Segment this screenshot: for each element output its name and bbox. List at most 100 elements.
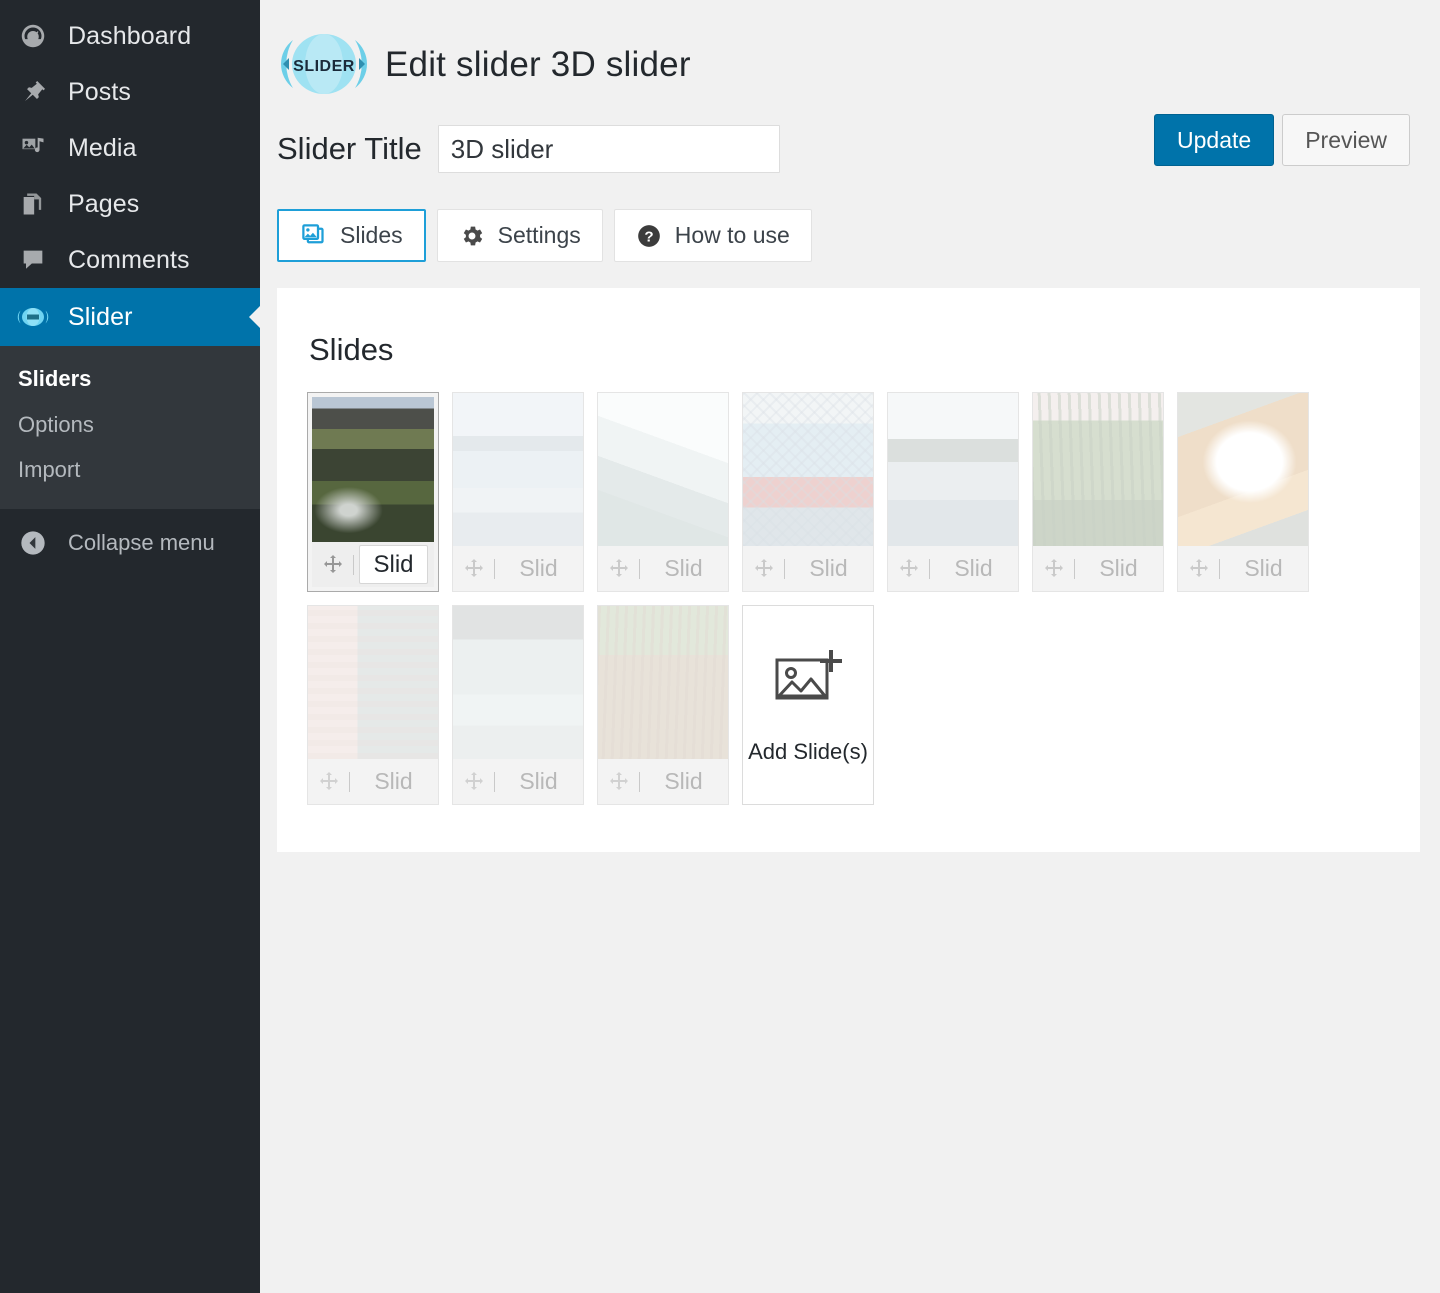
slide-name-input[interactable]: Slid — [500, 555, 577, 582]
wordpress-admin-screen: Dashboard Posts Media Pages Comments Sli… — [0, 0, 1440, 1293]
slide-thumbnail — [308, 606, 438, 759]
slide-card[interactable]: Slid — [452, 392, 584, 592]
sidebar-item-comments[interactable]: Comments — [0, 232, 260, 288]
move-cross-icon[interactable] — [894, 556, 924, 582]
tab-label: Slides — [340, 222, 403, 248]
slide-thumbnail — [598, 606, 728, 759]
slide-card[interactable]: Slid — [1177, 392, 1309, 592]
add-slide-button[interactable]: Add Slide(s) — [742, 605, 874, 805]
slide-card[interactable]: Slid — [452, 605, 584, 805]
submenu-item-options[interactable]: Options — [0, 402, 260, 448]
pages-icon — [16, 187, 50, 221]
sidebar-item-dashboard[interactable]: Dashboard — [0, 8, 260, 64]
sidebar-item-label: Comments — [68, 245, 190, 274]
slide-card[interactable]: Slid — [887, 392, 1019, 592]
sidebar-item-pages[interactable]: Pages — [0, 176, 260, 232]
tab-slides[interactable]: Slides — [277, 209, 426, 262]
gear-icon — [459, 223, 485, 249]
main-content: SLIDER Edit slider 3D slider Slider Titl… — [260, 0, 1440, 1293]
collapse-menu-label: Collapse menu — [68, 530, 215, 556]
slide-thumbnail — [598, 393, 728, 546]
slide-card[interactable]: Slid — [307, 392, 439, 592]
slide-footer: Slid — [888, 546, 1018, 591]
move-cross-icon[interactable] — [459, 769, 489, 795]
media-icon — [16, 131, 50, 165]
sidebar-item-posts[interactable]: Posts — [0, 64, 260, 120]
slide-footer: Slid — [1178, 546, 1308, 591]
slider-title-label: Slider Title — [277, 131, 422, 166]
slider-submenu: Sliders Options Import — [0, 346, 260, 510]
slide-thumbnail — [453, 606, 583, 759]
move-cross-icon[interactable] — [1039, 556, 1069, 582]
slide-thumbnail — [888, 393, 1018, 546]
collapse-arrow-icon — [16, 529, 50, 557]
slide-name-input[interactable]: Slid — [645, 768, 722, 795]
move-cross-icon[interactable] — [604, 769, 634, 795]
slide-thumbnail — [312, 397, 434, 542]
divider — [349, 771, 350, 792]
update-button[interactable]: Update — [1154, 114, 1275, 166]
sidebar-item-media[interactable]: Media — [0, 120, 260, 176]
submenu-item-sliders[interactable]: Sliders — [0, 356, 260, 402]
slide-footer: Slid — [1033, 546, 1163, 591]
tab-how-to-use[interactable]: ? How to use — [613, 209, 812, 262]
slide-card[interactable]: Slid — [597, 605, 729, 805]
sidebar-item-label: Media — [68, 133, 137, 162]
admin-sidebar: Dashboard Posts Media Pages Comments Sli… — [0, 0, 260, 1293]
slide-footer: Slid — [453, 546, 583, 591]
slider-title-row: Slider Title Update Preview — [277, 114, 1420, 174]
slide-name-input[interactable]: Slid — [1225, 555, 1302, 582]
tab-label: How to use — [674, 222, 790, 248]
slide-footer: Slid — [598, 546, 728, 591]
slide-footer: Slid — [453, 759, 583, 804]
divider — [1219, 558, 1220, 579]
sidebar-item-label: Slider — [68, 302, 133, 331]
tab-bar: Slides Settings ? How to use — [277, 209, 1420, 262]
svg-text:?: ? — [644, 228, 653, 245]
slide-footer: Slid — [743, 546, 873, 591]
slide-thumbnail — [1178, 393, 1308, 546]
slide-name-input[interactable]: Slid — [790, 555, 867, 582]
move-cross-icon[interactable] — [749, 556, 779, 582]
pin-icon — [16, 75, 50, 109]
collapse-menu-button[interactable]: Collapse menu — [0, 513, 260, 573]
images-stack-icon — [300, 222, 327, 249]
preview-button[interactable]: Preview — [1282, 114, 1410, 166]
slide-card[interactable]: Slid — [307, 605, 439, 805]
slide-name-input[interactable]: Slid — [500, 768, 577, 795]
move-cross-icon[interactable] — [604, 556, 634, 582]
slide-name-input[interactable]: Slid — [355, 768, 432, 795]
slide-card[interactable]: Slid — [742, 392, 874, 592]
slide-card[interactable]: Slid — [1032, 392, 1164, 592]
sidebar-item-label: Posts — [68, 77, 132, 106]
svg-text:SLIDER: SLIDER — [293, 58, 355, 75]
slide-card[interactable]: Slid — [597, 392, 729, 592]
submenu-item-import[interactable]: Import — [0, 447, 260, 493]
sidebar-item-slider[interactable]: Slider — [0, 288, 260, 346]
sidebar-item-label: Pages — [68, 189, 140, 218]
move-cross-icon[interactable] — [459, 556, 489, 582]
slides-heading: Slides — [309, 332, 394, 367]
divider — [639, 771, 640, 792]
divider — [929, 558, 930, 579]
slide-name-input[interactable]: Slid — [1080, 555, 1157, 582]
tab-settings[interactable]: Settings — [436, 209, 603, 262]
move-cross-icon[interactable] — [318, 552, 348, 578]
slider-title-input[interactable] — [437, 125, 780, 173]
slide-name-input[interactable]: Slid — [359, 545, 428, 584]
slide-name-input[interactable]: Slid — [645, 555, 722, 582]
slide-name-input[interactable]: Slid — [935, 555, 1012, 582]
page-title: Edit slider 3D slider — [385, 44, 691, 84]
divider — [494, 558, 495, 579]
slider-icon — [16, 300, 50, 334]
slides-panel: Slides Slid Slid Slid Slid Slid Slid Sli… — [277, 288, 1420, 852]
slide-thumbnail — [1033, 393, 1163, 546]
divider — [494, 771, 495, 792]
move-cross-icon[interactable] — [1184, 556, 1214, 582]
slide-thumbnail — [743, 393, 873, 546]
sidebar-item-label: Dashboard — [68, 21, 192, 50]
divider — [639, 558, 640, 579]
slide-footer: Slid — [308, 759, 438, 804]
divider — [1074, 558, 1075, 579]
move-cross-icon[interactable] — [314, 769, 344, 795]
